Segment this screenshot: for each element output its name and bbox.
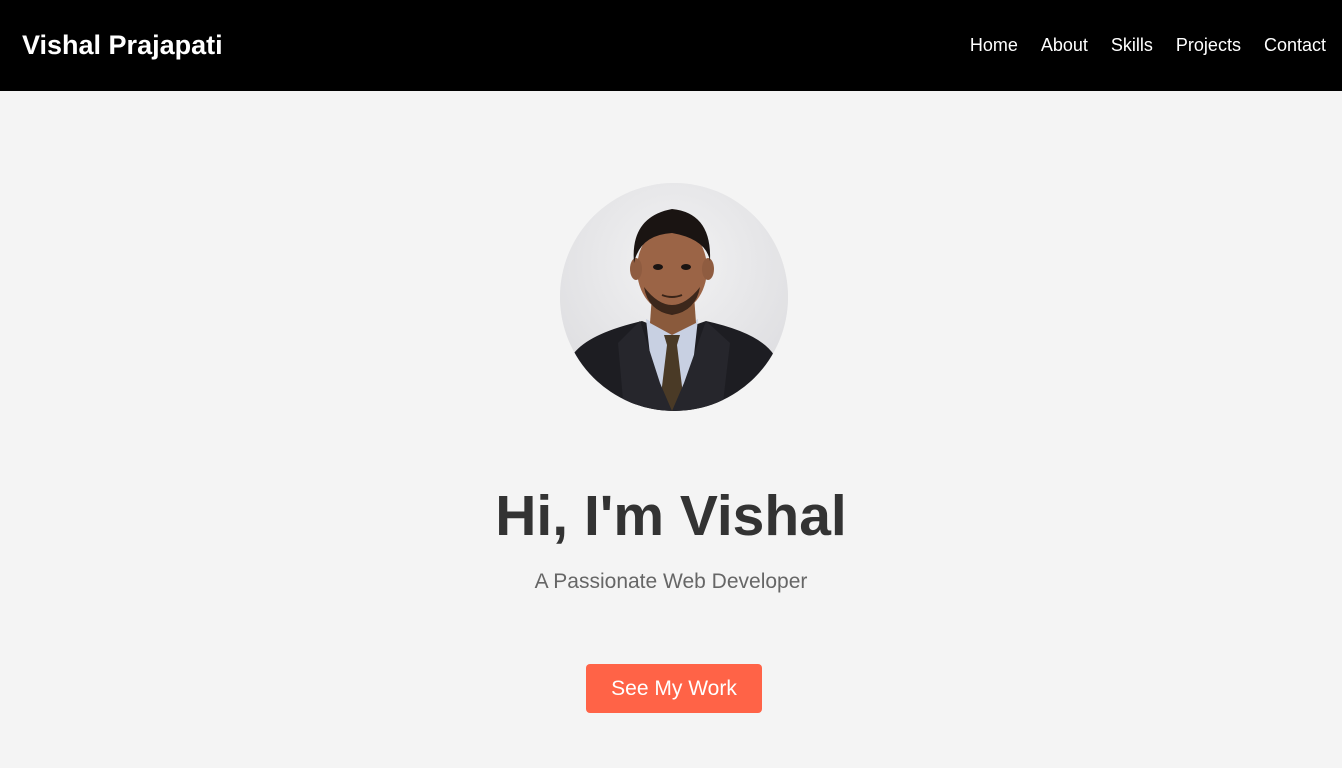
navbar: Vishal Prajapati Home About Skills Proje… xyxy=(0,0,1342,91)
nav-link-home[interactable]: Home xyxy=(970,34,1018,56)
profile-photo-illustration xyxy=(560,183,788,411)
nav-link-projects[interactable]: Projects xyxy=(1176,34,1241,56)
hero-section: Hi, I'm Vishal A Passionate Web Develope… xyxy=(0,91,1342,768)
nav-link-skills[interactable]: Skills xyxy=(1111,34,1153,56)
hero-subtitle: A Passionate Web Developer xyxy=(534,570,808,593)
nav-link-about[interactable]: About xyxy=(1041,34,1088,56)
profile-photo xyxy=(560,183,788,411)
nav-links: Home About Skills Projects Contact xyxy=(970,34,1326,56)
nav-link-contact[interactable]: Contact xyxy=(1264,34,1326,56)
see-my-work-button[interactable]: See My Work xyxy=(586,664,762,713)
brand-logo[interactable]: Vishal Prajapati xyxy=(22,29,223,61)
hero-title: Hi, I'm Vishal xyxy=(495,484,847,548)
